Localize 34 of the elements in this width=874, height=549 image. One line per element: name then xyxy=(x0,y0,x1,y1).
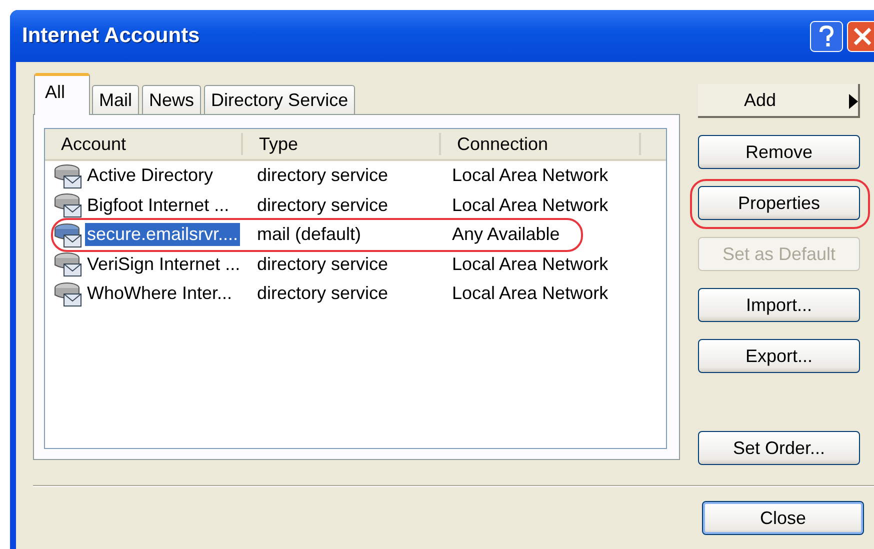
push-button[interactable]: Remove xyxy=(698,135,860,169)
account-name[interactable]: Bigfoot Internet ... xyxy=(85,194,232,217)
right-triangle-icon xyxy=(849,94,858,109)
tab[interactable]: All xyxy=(34,73,90,115)
push-button[interactable]: Set Order... xyxy=(698,431,860,465)
push-button[interactable]: Properties xyxy=(698,186,860,220)
close-icon[interactable] xyxy=(847,20,874,52)
push-button[interactable]: Import... xyxy=(698,288,860,322)
window-title: Internet Accounts xyxy=(21,24,200,48)
mail-server-icon xyxy=(53,222,83,248)
table-cell-text: Any Available xyxy=(451,224,561,246)
tab[interactable]: Mail xyxy=(92,85,140,114)
account-name[interactable]: secure.emailsrvr.... xyxy=(85,223,240,246)
table-cell-text: directory service xyxy=(256,283,390,304)
table-cell-text: Local Area Network xyxy=(451,165,610,186)
table-cell-text: Local Area Network xyxy=(451,194,610,216)
account-name[interactable]: VeriSign Internet ... xyxy=(85,252,242,276)
table-cell-text: Local Area Network xyxy=(451,254,610,275)
account-name[interactable]: WhoWhere Inter... xyxy=(85,282,234,306)
column-header[interactable]: Connection xyxy=(441,133,641,155)
add-menu-button[interactable]: Add xyxy=(698,84,860,118)
table-cell-text: mail (default) xyxy=(256,224,362,246)
table-cell-text: directory service xyxy=(256,254,390,275)
close-button[interactable]: Close xyxy=(702,501,864,535)
column-header[interactable]: Type xyxy=(243,133,441,155)
tab[interactable]: Directory Service xyxy=(204,85,356,114)
help-icon[interactable] xyxy=(810,20,843,52)
table-cell-text: directory service xyxy=(256,194,390,216)
table-cell-text: Local Area Network xyxy=(451,283,610,304)
column-header[interactable]: Account xyxy=(45,133,243,155)
table-cell-text: directory service xyxy=(256,165,390,186)
push-button[interactable]: Export... xyxy=(698,339,860,373)
tab[interactable]: News xyxy=(142,85,202,114)
account-name[interactable]: Active Directory xyxy=(85,164,216,188)
